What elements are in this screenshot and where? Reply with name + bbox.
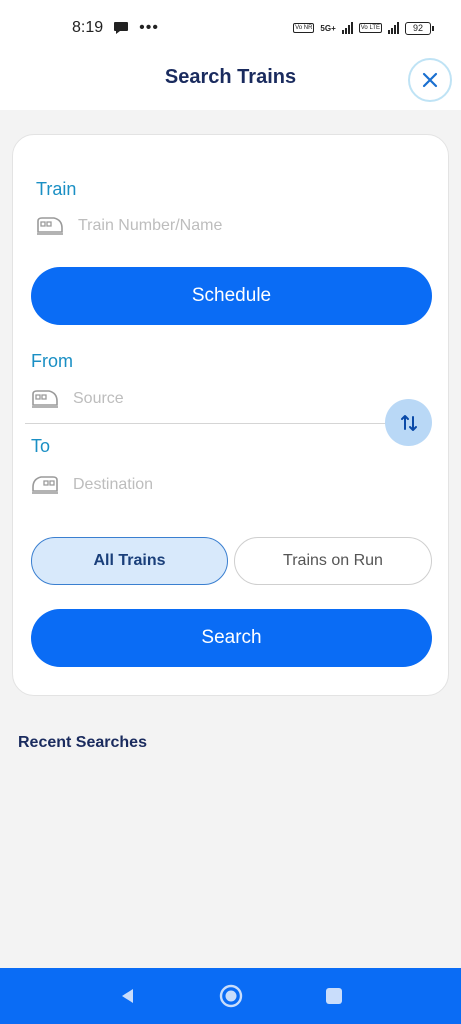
home-icon[interactable]: [218, 983, 244, 1009]
signal-icon: [341, 22, 353, 34]
train-placeholder: Train Number/Name: [78, 217, 223, 234]
system-nav-bar: [0, 968, 461, 1024]
volte-nr-icon: Vo NR: [293, 23, 315, 33]
message-icon: [114, 22, 129, 34]
swap-stations-button[interactable]: [385, 399, 432, 446]
recent-searches-title: Recent Searches: [18, 734, 147, 751]
status-bar: 8:19 ••• Vo NR 5G+ Vo LTE 92: [0, 0, 461, 56]
search-card: Train Train Number/Name Schedule From So…: [12, 134, 449, 696]
trains-on-run-toggle[interactable]: Trains on Run: [234, 537, 432, 585]
search-button[interactable]: Search: [31, 609, 432, 667]
train-icon: [37, 217, 63, 235]
source-placeholder: Source: [73, 390, 124, 407]
volte-lte-icon: Vo LTE: [358, 23, 382, 33]
battery-icon: 92: [405, 21, 434, 35]
schedule-button[interactable]: Schedule: [31, 267, 432, 325]
page-title: Search Trains: [164, 66, 297, 88]
train-label: Train: [36, 179, 77, 199]
close-icon: [422, 72, 438, 88]
header: Search Trains: [0, 56, 461, 110]
close-button[interactable]: [408, 58, 452, 102]
all-trains-toggle[interactable]: All Trains: [31, 537, 228, 585]
to-label: To: [31, 436, 51, 456]
train-input[interactable]: Train Number/Name: [36, 215, 426, 237]
destination-input[interactable]: Destination: [31, 474, 371, 496]
status-time: 8:19: [72, 19, 104, 36]
network-type-label: 5G+: [320, 23, 336, 33]
from-label: From: [31, 351, 73, 371]
train-departure-icon: [32, 390, 58, 408]
swap-arrows-icon: [400, 414, 417, 431]
divider: [25, 423, 395, 424]
back-icon[interactable]: [118, 986, 138, 1006]
source-input[interactable]: Source: [31, 388, 371, 410]
train-arrival-icon: [32, 476, 58, 494]
signal-icon-2: [388, 22, 399, 34]
more-dots-icon: •••: [139, 19, 159, 36]
recents-icon[interactable]: [324, 986, 344, 1006]
destination-placeholder: Destination: [73, 476, 154, 493]
